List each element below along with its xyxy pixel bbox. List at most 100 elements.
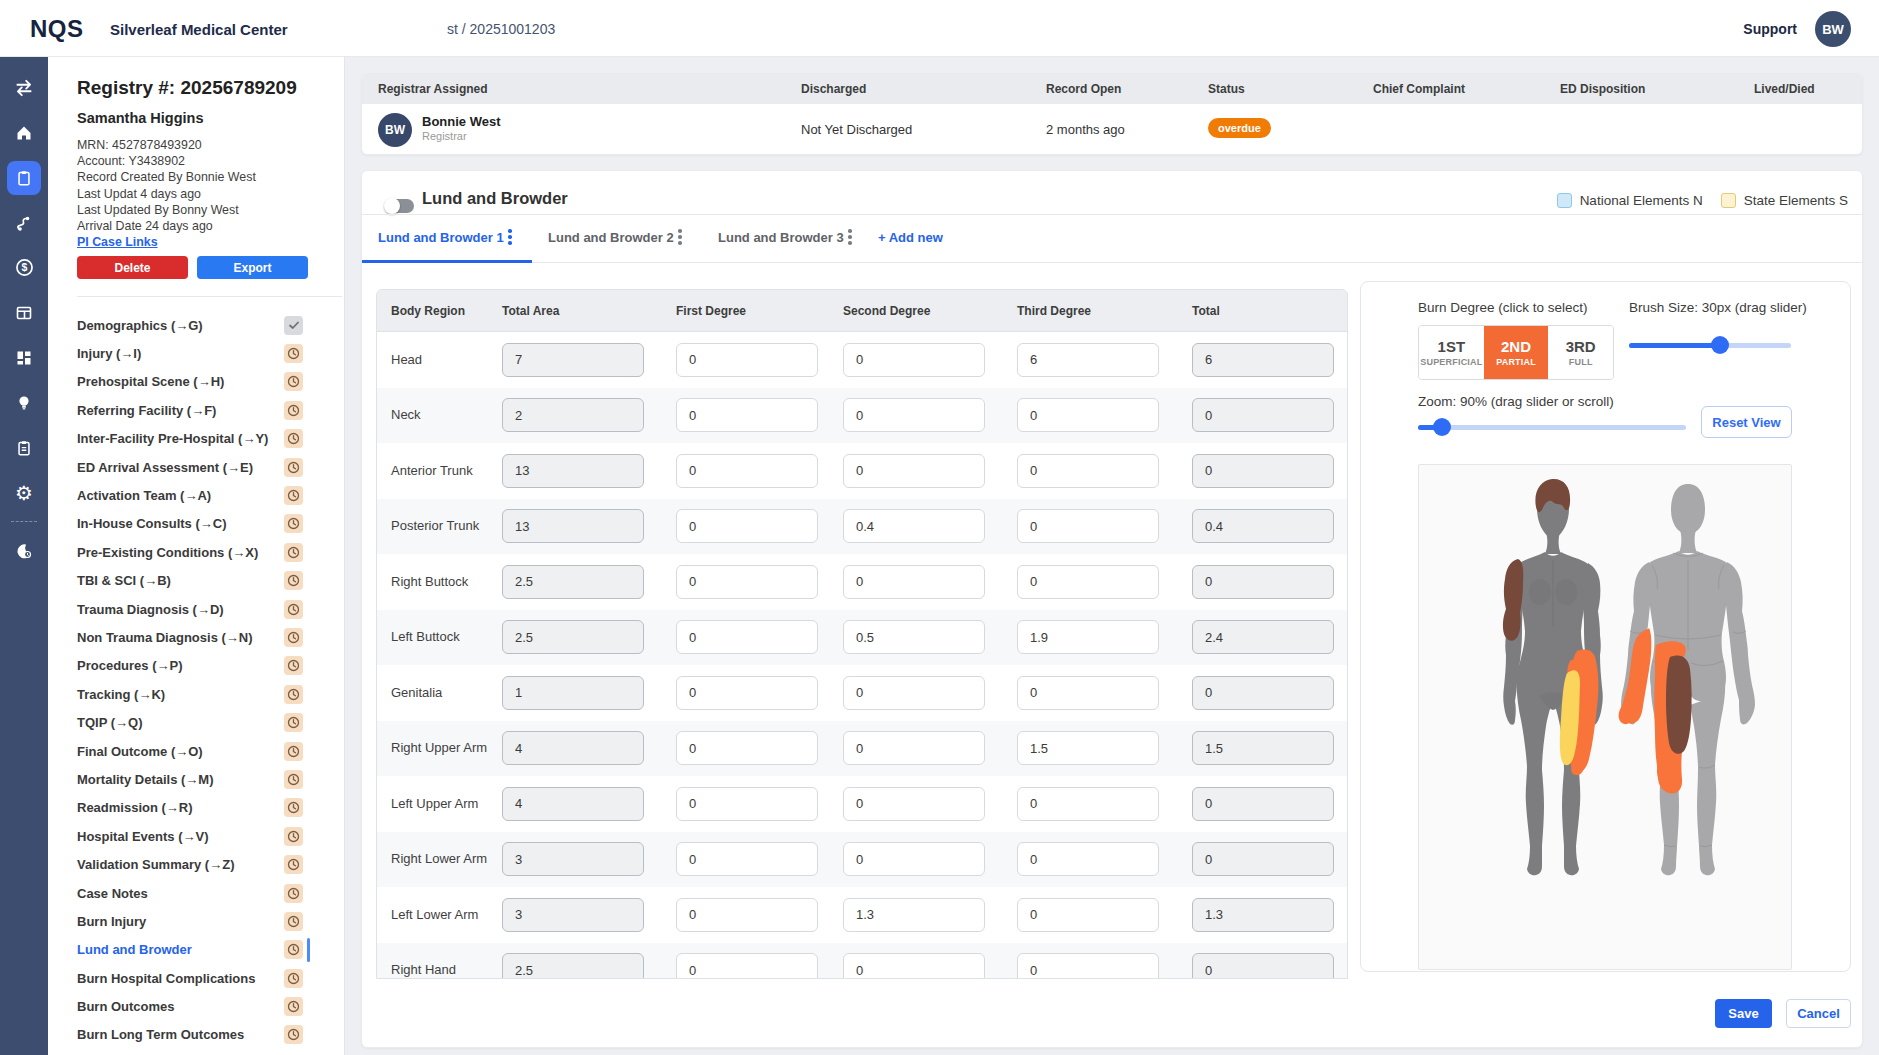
sidebar-item[interactable]: Referring Facility (→F) [48, 396, 345, 424]
first-degree-input[interactable] [676, 620, 818, 654]
sidebar-item[interactable]: TBI & SCI (→B) [48, 567, 345, 595]
third-degree-input[interactable] [1017, 953, 1159, 979]
zoom-slider[interactable] [1418, 418, 1686, 436]
first-degree-input[interactable] [676, 842, 818, 876]
brush-size-label: Brush Size: 30px (drag slider) [1629, 300, 1807, 315]
calendar-icon[interactable] [0, 290, 48, 335]
sidebar-item[interactable]: Case Notes [48, 879, 345, 907]
body-map-canvas[interactable] [1418, 464, 1792, 970]
first-degree-input[interactable] [676, 398, 818, 432]
first-degree-input[interactable] [676, 565, 818, 599]
first-degree-input[interactable] [676, 343, 818, 377]
third-degree-input[interactable] [1017, 454, 1159, 488]
second-degree-input[interactable] [843, 676, 985, 710]
second-degree-input[interactable] [843, 509, 985, 543]
second-degree-input[interactable] [843, 953, 985, 979]
third-degree-input[interactable] [1017, 898, 1159, 932]
sidebar-item[interactable]: Pre-Existing Conditions (→X) [48, 538, 345, 566]
second-degree-input[interactable] [843, 343, 985, 377]
save-button[interactable]: Save [1715, 999, 1772, 1028]
sidebar-item[interactable]: Burn Outcomes [48, 992, 345, 1020]
third-degree-input[interactable] [1017, 620, 1159, 654]
sidebar-item[interactable]: Mortality Details (→M) [48, 765, 345, 793]
first-degree-input[interactable] [676, 676, 818, 710]
degree-2nd-button[interactable]: 2NDPARTIAL [1484, 326, 1549, 379]
sidebar-item[interactable]: Tracking (→K) [48, 680, 345, 708]
second-degree-input[interactable] [843, 398, 985, 432]
home-icon[interactable] [0, 110, 48, 155]
section-toggle[interactable] [384, 198, 414, 214]
tab1-menu-icon[interactable] [508, 229, 512, 247]
second-degree-input[interactable] [843, 620, 985, 654]
brush-size-slider[interactable] [1629, 336, 1791, 354]
add-new-tab-button[interactable]: + Add new [878, 230, 943, 245]
delete-button[interactable]: Delete [77, 256, 188, 279]
sidebar-item[interactable]: Demographics (→G) [48, 311, 345, 339]
second-degree-input[interactable] [843, 454, 985, 488]
sidebar-item[interactable]: Burn Hospital Complications [48, 964, 345, 992]
first-degree-input[interactable] [676, 731, 818, 765]
sidebar-item[interactable]: Trauma Diagnosis (→D) [48, 595, 345, 623]
degree-1st-button[interactable]: 1STSUPERFICIAL [1419, 326, 1484, 379]
sidebar-item[interactable]: Lund and Browder [48, 936, 345, 964]
sidebar-item[interactable]: Injury (→I) [48, 339, 345, 367]
registry-icon-active[interactable] [0, 155, 48, 200]
sidebar-item[interactable]: Activation Team (→A) [48, 481, 345, 509]
second-degree-input[interactable] [843, 842, 985, 876]
billing-icon[interactable]: $ [0, 245, 48, 290]
sidebar-item[interactable]: ED Arrival Assessment (→E) [48, 453, 345, 481]
sidebar-item[interactable]: In-House Consults (→C) [48, 510, 345, 538]
idea-icon[interactable] [0, 380, 48, 425]
state-elements-checkbox[interactable] [1721, 193, 1736, 208]
first-degree-input[interactable] [676, 454, 818, 488]
third-degree-input[interactable] [1017, 509, 1159, 543]
sidebar-item[interactable]: Readmission (→R) [48, 794, 345, 822]
first-degree-input[interactable] [676, 787, 818, 821]
sidebar-item[interactable]: Non Trauma Diagnosis (→N) [48, 623, 345, 651]
third-degree-input[interactable] [1017, 676, 1159, 710]
export-button[interactable]: Export [197, 256, 308, 279]
second-degree-input[interactable] [843, 898, 985, 932]
night-mode-icon[interactable] [0, 528, 48, 573]
sidebar-item[interactable]: Procedures (→P) [48, 652, 345, 680]
second-degree-input[interactable] [843, 731, 985, 765]
sidebar-item[interactable]: TQIP (→Q) [48, 708, 345, 736]
degree-3rd-button[interactable]: 3RDFULL [1548, 326, 1613, 379]
sidebar-item[interactable]: Burn Injury [48, 907, 345, 935]
sidebar-item[interactable]: Burn Long Term Outcomes [48, 1021, 345, 1049]
transfer-icon[interactable] [0, 65, 48, 110]
tab-lund-browder-1[interactable]: Lund and Browder 1 [378, 230, 504, 245]
third-degree-input[interactable] [1017, 731, 1159, 765]
third-degree-input[interactable] [1017, 842, 1159, 876]
route-icon[interactable] [0, 200, 48, 245]
tab2-menu-icon[interactable] [678, 229, 682, 247]
first-degree-input[interactable] [676, 898, 818, 932]
second-degree-input[interactable] [843, 787, 985, 821]
pi-case-links[interactable]: PI Case Links [77, 235, 158, 249]
dashboard-icon[interactable] [0, 335, 48, 380]
first-degree-input[interactable] [676, 953, 818, 979]
second-degree-input[interactable] [843, 565, 985, 599]
cancel-button[interactable]: Cancel [1786, 999, 1851, 1028]
sidebar-item[interactable]: Hospital Events (→V) [48, 822, 345, 850]
settings-icon[interactable]: ⚙ [0, 470, 48, 515]
col-registrar-assigned: Registrar Assigned [378, 82, 488, 96]
first-degree-input[interactable] [676, 509, 818, 543]
tasks-icon[interactable] [0, 425, 48, 470]
tab3-menu-icon[interactable] [848, 229, 852, 247]
third-degree-input[interactable] [1017, 787, 1159, 821]
nqs-logo[interactable]: NQS [30, 15, 84, 43]
sidebar-item[interactable]: Final Outcome (→O) [48, 737, 345, 765]
third-degree-input[interactable] [1017, 565, 1159, 599]
tab-lund-browder-2[interactable]: Lund and Browder 2 [548, 230, 674, 245]
support-link[interactable]: Support [1743, 21, 1797, 37]
sidebar-item[interactable]: Inter-Facility Pre-Hospital (→Y) [48, 425, 345, 453]
tab-lund-browder-3[interactable]: Lund and Browder 3 [718, 230, 844, 245]
sidebar-item[interactable]: Validation Summary (→Z) [48, 850, 345, 878]
reset-view-button[interactable]: Reset View [1701, 406, 1792, 438]
third-degree-input[interactable] [1017, 398, 1159, 432]
sidebar-item[interactable]: Prehospital Scene (→H) [48, 368, 345, 396]
third-degree-input[interactable] [1017, 343, 1159, 377]
user-avatar[interactable]: BW [1815, 11, 1851, 47]
national-elements-checkbox[interactable] [1557, 193, 1572, 208]
